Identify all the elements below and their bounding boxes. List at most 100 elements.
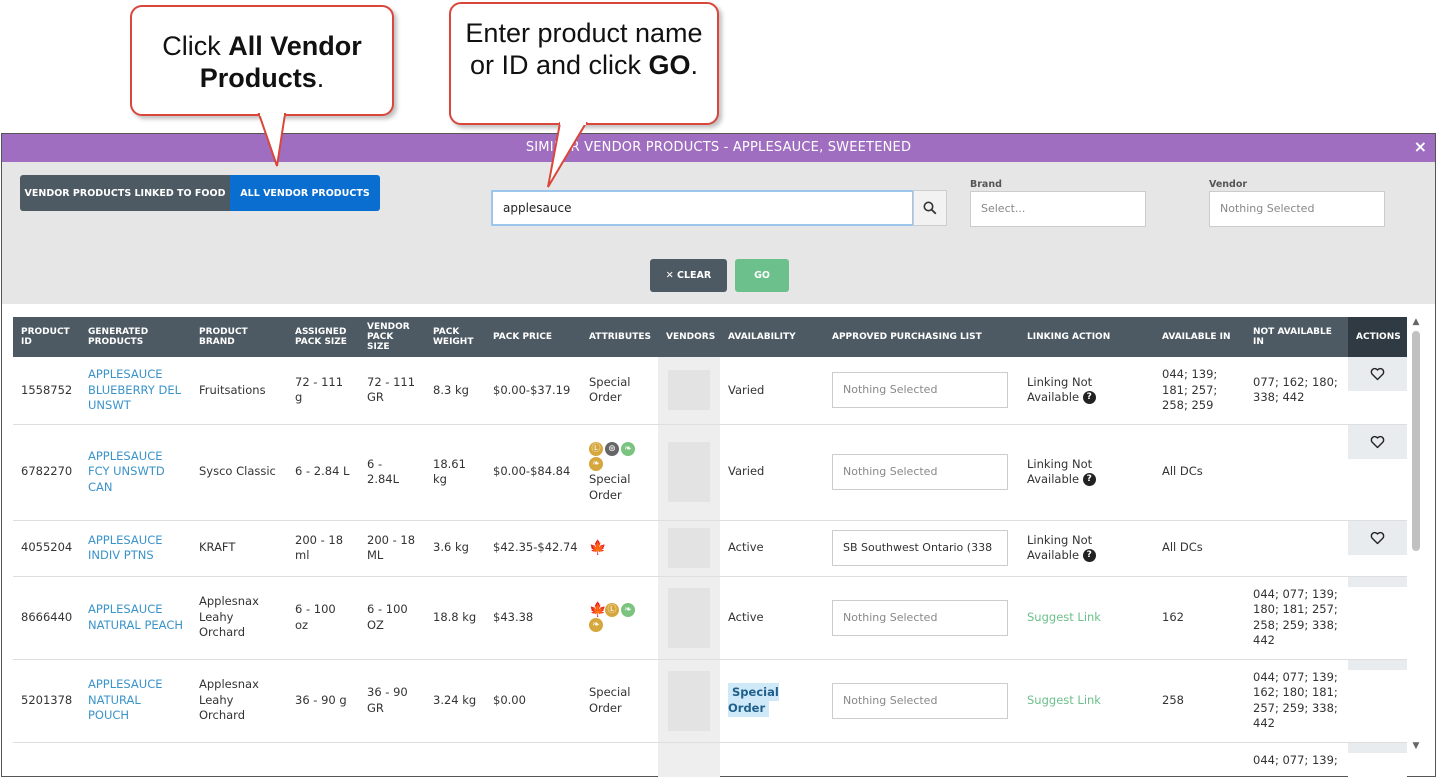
suggest-link[interactable]: Suggest Link (1019, 576, 1154, 660)
go-button[interactable]: GO (735, 259, 789, 292)
suggest-link[interactable]: Suggest Link (1019, 659, 1154, 743)
help-icon[interactable]: ? (1082, 473, 1096, 486)
attributes-cell: 🍁Ⓛ ❧ ❧ (581, 576, 658, 660)
vendors-cell (658, 659, 720, 743)
col-header-vendors[interactable]: VENDORS (658, 317, 720, 357)
col-header-product-id[interactable]: PRODUCT ID (13, 317, 80, 357)
table-header-row: PRODUCT ID GENERATED PRODUCTS PRODUCT BR… (13, 317, 1407, 357)
leaf-icon: ❧ (621, 441, 635, 456)
vendor-pack-size: 6 - 100 OZ (359, 576, 425, 660)
search-button[interactable] (913, 190, 947, 226)
purchasing-list-select[interactable]: Nothing Selected (832, 599, 1008, 636)
vendor-redacted (668, 670, 710, 731)
pack-weight: 8.3 kg (425, 357, 485, 425)
assigned-pack-size: 72 - 111 g (287, 357, 359, 425)
filter-panel: VENDOR PRODUCTS LINKED TO FOOD ALL VENDO… (2, 162, 1435, 304)
vendor-label: Vendor (1209, 179, 1248, 190)
help-icon[interactable]: ? (1082, 549, 1096, 562)
product-brand: Applesnax Leahy Orchard (191, 659, 287, 743)
purchasing-list-select[interactable]: Nothing Selected (832, 372, 1008, 409)
product-id: 8666440 (13, 576, 80, 660)
col-header-linking-action[interactable]: LINKING ACTION (1019, 317, 1154, 357)
assigned-pack-size: 6 - 100 oz (287, 576, 359, 660)
actions-cell (1348, 424, 1407, 521)
leaf-icon: ❧ (621, 602, 635, 617)
assigned-pack-size: 36 - 90 g (287, 659, 359, 743)
not-available-in (1245, 520, 1348, 577)
vendor-products-table: PRODUCT ID GENERATED PRODUCTS PRODUCT BR… (13, 317, 1407, 777)
not-available-in: 044; 077; 139; 180; 181; 257; 258; 259; … (1245, 576, 1348, 660)
callout-enter-product: Enter product name or ID and click GO. (449, 2, 719, 125)
table-scrollbar[interactable]: ▲ ▼ (1409, 317, 1423, 757)
attributes-cell: 🍁 (581, 520, 658, 577)
brand-select[interactable]: Select... (970, 191, 1146, 227)
linking-status: Linking Not Available (1027, 374, 1093, 405)
product-name-link[interactable]: APPLESAUCE FCY UNSWTD CAN (80, 424, 191, 521)
product-name-link[interactable]: APPLESAUCE INDIV PTNS (80, 520, 191, 577)
col-header-attributes[interactable]: ATTRIBUTES (581, 317, 658, 357)
purchasing-list-cell: SB Southwest Ontario (338 (824, 520, 1019, 577)
available-in: All DCs (1154, 520, 1245, 577)
favorite-button[interactable] (1348, 357, 1407, 391)
purchasing-list-cell: Nothing Selected (824, 357, 1019, 425)
col-header-assigned-pack-size[interactable]: ASSIGNED PACK SIZE (287, 317, 359, 357)
assigned-pack-size: 6 - 2.84 L (287, 424, 359, 521)
vendor-select[interactable]: Nothing Selected (1209, 191, 1385, 227)
vendors-cell (658, 742, 720, 777)
tab-vendor-products-linked[interactable]: VENDOR PRODUCTS LINKED TO FOOD (20, 175, 230, 211)
scroll-thumb[interactable] (1412, 331, 1420, 551)
vendor-redacted (668, 442, 710, 502)
heart-icon (1370, 531, 1385, 544)
col-header-generated-products[interactable]: GENERATED PRODUCTS (80, 317, 191, 357)
product-id: 6782270 (13, 424, 80, 521)
availability: Active (720, 576, 824, 660)
col-header-pack-price[interactable]: PACK PRICE (485, 317, 581, 357)
actions-cell (1348, 742, 1407, 777)
callout-text-end: . (316, 63, 325, 93)
product-id: 5201378 (13, 659, 80, 743)
close-icon[interactable]: × (1414, 137, 1427, 156)
availability: Varied (720, 424, 824, 521)
col-header-pack-weight[interactable]: PACK WEIGHT (425, 317, 485, 357)
pack-price: $42.35-$42.74 (485, 520, 581, 577)
col-header-product-brand[interactable]: PRODUCT BRAND (191, 317, 287, 357)
col-header-availability[interactable]: AVAILABILITY (720, 317, 824, 357)
favorite-button[interactable] (1348, 424, 1407, 459)
actions-cell (1348, 576, 1407, 660)
pack-weight: 18.61 kg (425, 424, 485, 521)
scroll-up-icon[interactable]: ▲ (1411, 317, 1421, 327)
callout-bold-text: GO (648, 50, 691, 80)
pack-weight: 3.6 kg (425, 520, 485, 577)
assigned-pack-size: 200 - 18 ml (287, 520, 359, 577)
not-available-in: 077; 162; 180; 338; 442 (1245, 357, 1348, 425)
product-name-link[interactable]: APPLESAUCE NATURAL POUCH (80, 659, 191, 743)
purchasing-list-select[interactable]: SB Southwest Ontario (338 (832, 530, 1008, 566)
col-header-approved-purchasing-list[interactable]: APPROVED PURCHASING LIST (824, 317, 1019, 357)
col-header-vendor-pack-size[interactable]: VENDOR PACK SIZE (359, 317, 425, 357)
search-input[interactable]: applesauce (491, 190, 914, 226)
availability: Active (720, 520, 824, 577)
product-id: 4055204 (13, 520, 80, 577)
purchasing-list-cell: Nothing Selected (824, 659, 1019, 743)
col-header-not-available-in[interactable]: NOT AVAILABLE IN (1245, 317, 1348, 357)
vendors-cell (658, 424, 720, 521)
purchasing-list-select[interactable]: Nothing Selected (832, 454, 1008, 490)
halal-icon: ⊛ (605, 441, 619, 456)
product-name-link[interactable]: APPLESAUCE NATURAL PEACH (80, 576, 191, 660)
canada-maple-icon: 🍁 (589, 539, 607, 556)
vendor-pack-size: 200 - 18 ML (359, 520, 425, 577)
product-brand: Fruitsations (191, 357, 287, 425)
col-header-available-in[interactable]: AVAILABLE IN (1154, 317, 1245, 357)
tab-all-vendor-products[interactable]: ALL VENDOR PRODUCTS (230, 175, 380, 211)
scroll-down-icon[interactable]: ▼ (1411, 741, 1421, 751)
favorite-button[interactable] (1348, 520, 1407, 555)
purchasing-list-select[interactable]: Nothing Selected (832, 682, 1008, 719)
clear-button[interactable]: ✕ CLEAR (650, 259, 727, 292)
pack-price: $0.00-$37.19 (485, 357, 581, 425)
help-icon[interactable]: ? (1082, 391, 1096, 405)
available-in: 258 (1154, 659, 1245, 743)
actions-placeholder (1348, 659, 1407, 670)
attributes-cell: Ⓛ ⊛ ❧ ❧ Special Order (581, 424, 658, 521)
product-name-link[interactable]: APPLESAUCE BLUEBERRY DEL UNSWT (80, 357, 191, 425)
kosher-icon: Ⓛ (605, 602, 619, 617)
